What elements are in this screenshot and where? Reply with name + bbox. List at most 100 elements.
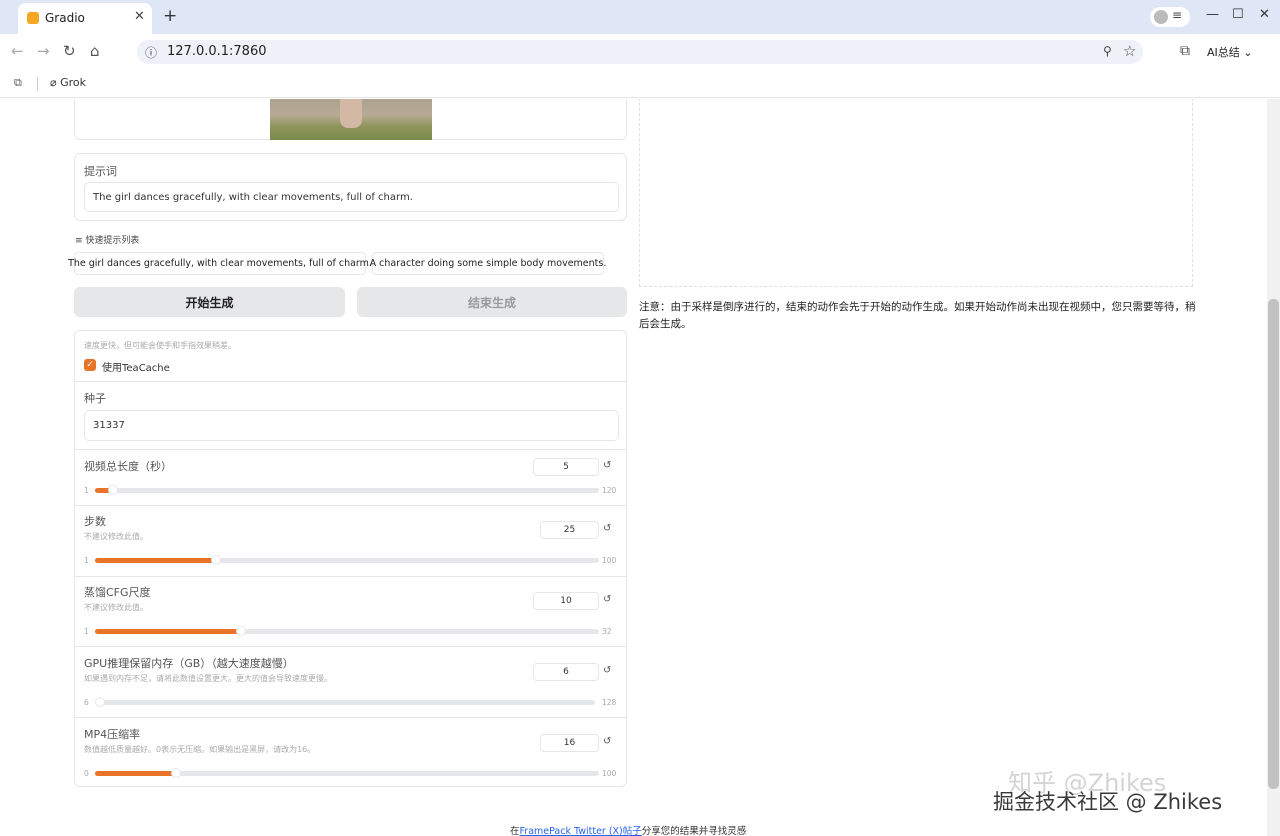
back-icon[interactable]: ← [11,42,24,60]
quick-list-label: ≡ 快速提示列表 [75,236,140,246]
settings-panel: 速度更快，但可能会使手和手指效果稍差。 ✓ 使用TeaCache 种子 3133… [74,330,627,787]
seed-label: 种子 [84,392,106,405]
gradio-page: 提示词 The girl dances gracefully, with cle… [0,99,1280,836]
slider-max: 100 [602,769,617,778]
steps-hint: 不建议修改此值。 [84,532,148,541]
tab-gradio[interactable]: Gradio ✕ [18,3,152,34]
new-tab-icon[interactable]: + [163,6,177,26]
address-bar-row: ← → ↻ ⌂ ⓘ 127.0.0.1:7860 ⚲ ☆ ⧉ AI总结 ⌄ [0,34,1280,70]
slider-handle[interactable] [108,485,118,495]
quick-item-1[interactable]: The girl dances gracefully, with clear m… [68,252,372,275]
input-image-panel[interactable] [74,99,627,140]
url-text: 127.0.0.1:7860 [167,44,267,59]
slider-handle[interactable] [236,626,246,636]
note-text: 注意：由于采样是倒序进行的，结束的动作会先于开始的动作生成。如果开始动作尚未出现… [639,301,1196,330]
url-field[interactable]: ⓘ 127.0.0.1:7860 ⚲ ☆ [137,40,1143,64]
extensions-icon[interactable]: ⧉ [1180,43,1190,59]
slider-max: 120 [602,486,617,495]
slider-handle[interactable] [95,697,105,707]
divider [75,646,626,647]
ai-summary-button[interactable]: AI总结 ⌄ [1207,44,1253,60]
watermark-juejin: 掘金技术社区 @ Zhikes [993,790,1223,814]
close-tab-icon[interactable]: ✕ [134,9,145,24]
avatar [1154,10,1168,24]
slider-handle[interactable] [171,768,181,778]
output-video-panel [639,99,1193,287]
slider-min: 6 [84,698,89,707]
post-link[interactable]: 帖子 [623,826,642,836]
cfg-hint: 不建议修改此值。 [84,603,148,612]
reload-icon[interactable]: ↻ [63,42,76,60]
slider-fill [95,558,216,563]
mp4-input[interactable]: 16 [540,734,599,752]
reset-icon[interactable]: ↺ [603,594,611,605]
slider-max: 32 [602,627,612,636]
minimize-icon[interactable]: — [1206,7,1219,22]
slider-min: 1 [84,627,89,636]
prompt-input[interactable]: The girl dances gracefully, with clear m… [84,182,619,212]
video-length-slider[interactable] [95,485,599,495]
bookmark-star-icon[interactable]: ☆ [1123,42,1136,60]
scrollbar-thumb[interactable] [1268,299,1279,789]
reset-icon[interactable]: ↺ [603,523,611,534]
teacache-hint: 速度更快，但可能会使手和手指效果稍差。 [84,341,236,350]
teacache-label: 使用TeaCache [102,363,170,374]
tab-groups-icon[interactable]: ⧉ [14,76,22,90]
bookmark-grok[interactable]: ⌀ Grok [50,76,86,89]
video-length-input[interactable]: 5 [533,458,599,476]
mp4-hint: 数值越低质量越好。0表示无压缩。如果输出是黑屏，请改为16。 [84,745,316,754]
close-window-icon[interactable]: ✕ [1259,7,1270,22]
gpu-memory-label: GPU推理保留内存（GB）（越大速度越慢） [84,657,294,670]
forward-icon[interactable]: → [37,42,50,60]
steps-label: 步数 [84,515,106,528]
prompt-label: 提示词 [84,165,117,178]
prompt-panel: 提示词 The girl dances gracefully, with cle… [74,153,627,221]
menu-icon: ≡ [1172,8,1183,22]
input-image-preview [270,99,432,140]
divider [75,449,626,450]
gpu-memory-slider[interactable] [95,697,595,707]
steps-input[interactable]: 25 [540,521,599,539]
zoom-icon[interactable]: ⚲ [1103,44,1112,58]
slider-min: 1 [84,486,89,495]
steps-slider[interactable] [95,555,599,565]
slider-min: 0 [84,769,89,778]
slider-fill [95,771,176,776]
teacache-checkbox[interactable]: ✓ [84,359,96,371]
gpu-memory-hint: 如果遇到内存不足，请将此数值设置更大。更大的值会导致速度更慢。 [84,674,332,683]
mp4-label: MP4压缩率 [84,728,141,741]
reset-icon[interactable]: ↺ [603,665,611,676]
footer-text: 在FramePack Twitter (X)帖子分享您的结果并寻找灵感 [510,826,747,836]
divider [75,717,626,718]
slider-handle[interactable] [211,555,221,565]
slider-fill [95,629,241,634]
mp4-slider[interactable] [95,768,599,778]
start-button[interactable]: 开始生成 [74,287,345,317]
divider [75,505,626,506]
bookmarks-bar: ⧉ ⌀ Grok [0,70,1280,98]
divider [75,576,626,577]
cfg-input[interactable]: 10 [533,592,599,610]
home-icon[interactable]: ⌂ [90,42,100,60]
slider-max: 128 [602,698,617,707]
profile-button[interactable]: ≡ [1150,7,1190,27]
gpu-memory-input[interactable]: 6 [533,663,599,681]
reset-icon[interactable]: ↺ [603,460,611,471]
gradio-favicon-icon [27,12,39,24]
divider [75,381,626,382]
twitter-link[interactable]: FramePack Twitter (X) [520,826,623,836]
cfg-label: 蒸馏CFG尺度 [84,586,151,599]
end-button[interactable]: 结束生成 [357,287,627,317]
site-info-icon[interactable]: ⓘ [145,44,157,61]
slider-max: 100 [602,556,617,565]
slider-min: 1 [84,556,89,565]
quick-item-2[interactable]: A character doing some simple body movem… [370,252,606,275]
video-length-label: 视频总长度（秒） [84,460,172,473]
reset-icon[interactable]: ↺ [603,736,611,747]
bookmark-separator [37,77,38,91]
cfg-slider[interactable] [95,626,599,636]
maximize-icon[interactable]: ☐ [1232,7,1244,22]
tab-title: Gradio [45,11,85,25]
tab-bar: Gradio ✕ + ≡ — ☐ ✕ [0,0,1280,34]
seed-input[interactable]: 31337 [84,410,619,441]
